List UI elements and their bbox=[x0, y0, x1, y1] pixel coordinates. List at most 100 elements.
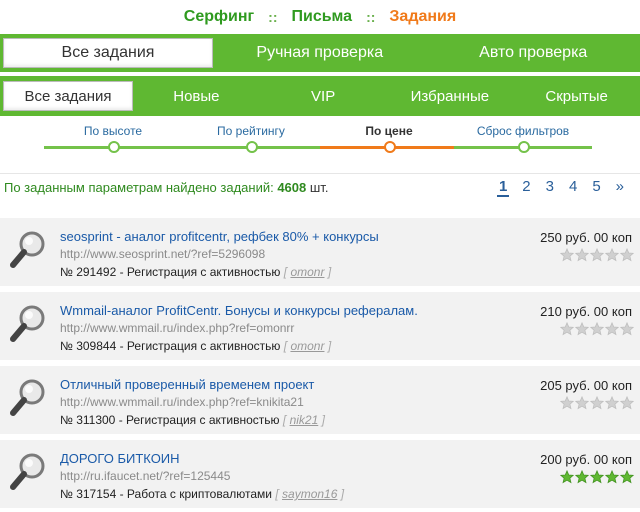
task-meta: № 291492 - Регистрация с активностью [ o… bbox=[60, 265, 331, 279]
task-url-link[interactable]: http://www.wmmail.ru/index.php?ref=kniki… bbox=[60, 395, 304, 409]
star-icon bbox=[575, 248, 589, 262]
task-title-link[interactable]: seosprint - аналог profitcentr, рефбек 8… bbox=[60, 229, 379, 244]
page-link-3[interactable]: 3 bbox=[544, 178, 556, 197]
bracket-open: [ bbox=[283, 339, 288, 353]
task-price: 200 руб. 00 коп bbox=[540, 452, 632, 467]
tab-auto-check[interactable]: Авто проверка bbox=[427, 34, 640, 72]
page-link-4[interactable]: 4 bbox=[567, 178, 579, 197]
task-meta: № 309844 - Регистрация с активностью [ o… bbox=[60, 339, 331, 353]
bracket-open: [ bbox=[282, 413, 287, 427]
task-title-link[interactable]: Отличный проверенный временем проект bbox=[60, 377, 314, 392]
task-author-link[interactable]: omonr bbox=[290, 265, 324, 279]
nav-surfing-link[interactable]: Серфинг bbox=[184, 8, 254, 26]
bracket-close: ] bbox=[340, 487, 345, 501]
star-icon bbox=[560, 322, 574, 336]
task-price: 250 руб. 00 коп bbox=[540, 230, 632, 245]
bracket-close: ] bbox=[327, 265, 332, 279]
star-icon bbox=[605, 470, 619, 484]
task-author-link[interactable]: nik21 bbox=[290, 413, 319, 427]
magnifier-icon[interactable] bbox=[8, 450, 48, 494]
filter-dot-icon bbox=[246, 141, 258, 153]
filter-reset[interactable]: Сброс фильтров bbox=[454, 116, 592, 174]
task-item: Отличный проверенный временем проект htt… bbox=[0, 366, 640, 434]
star-icon bbox=[590, 470, 604, 484]
star-icon bbox=[560, 470, 574, 484]
tab-all-tasks[interactable]: Все задания bbox=[3, 38, 213, 68]
star-icon bbox=[590, 396, 604, 410]
task-price: 210 руб. 00 коп bbox=[540, 304, 632, 319]
filter-dot-icon bbox=[384, 141, 396, 153]
star-icon bbox=[620, 248, 634, 262]
subtab-favorites[interactable]: Избранные bbox=[387, 76, 514, 116]
nav-separator: :: bbox=[268, 9, 278, 25]
pagination: 1 2 3 4 5 » bbox=[496, 178, 626, 197]
task-category: - Регистрация с активностью bbox=[118, 413, 280, 427]
task-rating bbox=[560, 322, 634, 336]
star-icon bbox=[605, 322, 619, 336]
results-count: 4608 bbox=[277, 180, 307, 195]
task-meta: № 311300 - Регистрация с активностью [ n… bbox=[60, 413, 325, 427]
star-icon bbox=[605, 248, 619, 262]
task-rating bbox=[560, 470, 634, 484]
task-item: seosprint - аналог profitcentr, рефбек 8… bbox=[0, 218, 640, 286]
star-icon bbox=[620, 470, 634, 484]
nav-separator: :: bbox=[366, 9, 376, 25]
task-rating bbox=[560, 396, 634, 410]
filter-label: По рейтингу bbox=[217, 124, 285, 138]
page-link-2[interactable]: 2 bbox=[520, 178, 532, 197]
page-next-link[interactable]: » bbox=[614, 178, 626, 197]
task-number: № 291492 bbox=[60, 265, 117, 279]
magnifier-icon[interactable] bbox=[8, 376, 48, 420]
tab-manual-check[interactable]: Ручная проверка bbox=[213, 34, 427, 72]
task-rating bbox=[560, 248, 634, 262]
task-author-link[interactable]: saymon16 bbox=[282, 487, 337, 501]
subtab-new[interactable]: Новые bbox=[133, 76, 260, 116]
filter-dot-icon bbox=[108, 141, 120, 153]
results-summary: По заданным параметрам найдено заданий: … bbox=[0, 174, 640, 206]
star-icon bbox=[590, 248, 604, 262]
task-item: Wmmail-аналог ProfitCentr. Бонусы и конк… bbox=[0, 292, 640, 360]
results-label: По заданным параметрам найдено заданий: bbox=[4, 180, 274, 195]
page-link-1[interactable]: 1 bbox=[496, 178, 510, 197]
subtab-hidden[interactable]: Скрытые bbox=[513, 76, 640, 116]
bracket-close: ] bbox=[321, 413, 325, 427]
magnifier-icon[interactable] bbox=[8, 302, 48, 346]
star-icon bbox=[560, 248, 574, 262]
task-url-link[interactable]: http://www.wmmail.ru/index.php?ref=omonr… bbox=[60, 321, 294, 335]
task-number: № 311300 bbox=[60, 413, 116, 427]
nav-letters-link[interactable]: Письма bbox=[291, 8, 352, 26]
filter-by-rating[interactable]: По рейтингу bbox=[182, 116, 320, 174]
task-author-link[interactable]: omonr bbox=[290, 339, 324, 353]
filter-label: По высоте bbox=[83, 124, 143, 138]
top-navigation: Серфинг :: Письма :: Задания bbox=[0, 0, 640, 34]
task-category: - Работа с криптовалютами bbox=[119, 487, 272, 501]
filter-label: Сброс фильтров bbox=[476, 124, 570, 138]
task-meta: № 317154 - Работа с криптовалютами [ say… bbox=[60, 487, 344, 501]
task-title-link[interactable]: ДОРОГО БИТКОИН bbox=[60, 451, 180, 466]
task-url-link[interactable]: http://www.seosprint.net/?ref=5296098 bbox=[60, 247, 265, 261]
nav-tasks-link[interactable]: Задания bbox=[389, 8, 456, 26]
star-icon bbox=[605, 396, 619, 410]
task-category: - Регистрация с активностью bbox=[119, 265, 281, 279]
task-number: № 317154 bbox=[60, 487, 117, 501]
star-icon bbox=[560, 396, 574, 410]
bracket-open: [ bbox=[275, 487, 279, 501]
task-url-link[interactable]: http://ru.ifaucet.net/?ref=125445 bbox=[60, 469, 230, 483]
subtab-vip[interactable]: VIP bbox=[260, 76, 387, 116]
sub-tabs: Все задания Новые VIP Избранные Скрытые bbox=[0, 76, 640, 116]
bracket-open: [ bbox=[283, 265, 288, 279]
filter-dot-icon bbox=[518, 141, 530, 153]
sort-filters: По высоте По рейтингу По цене Сброс филь… bbox=[0, 116, 640, 174]
task-number: № 309844 bbox=[60, 339, 117, 353]
star-icon bbox=[590, 322, 604, 336]
subtab-all-tasks[interactable]: Все задания bbox=[3, 81, 133, 111]
results-text: По заданным параметрам найдено заданий: … bbox=[4, 180, 328, 195]
bracket-close: ] bbox=[327, 339, 332, 353]
filter-by-price[interactable]: По цене bbox=[320, 116, 458, 174]
star-icon bbox=[620, 322, 634, 336]
magnifier-icon[interactable] bbox=[8, 228, 48, 272]
task-title-link[interactable]: Wmmail-аналог ProfitCentr. Бонусы и конк… bbox=[60, 303, 418, 318]
filter-by-height[interactable]: По высоте bbox=[44, 116, 182, 174]
page-link-5[interactable]: 5 bbox=[590, 178, 602, 197]
task-category: - Регистрация с активностью bbox=[119, 339, 281, 353]
